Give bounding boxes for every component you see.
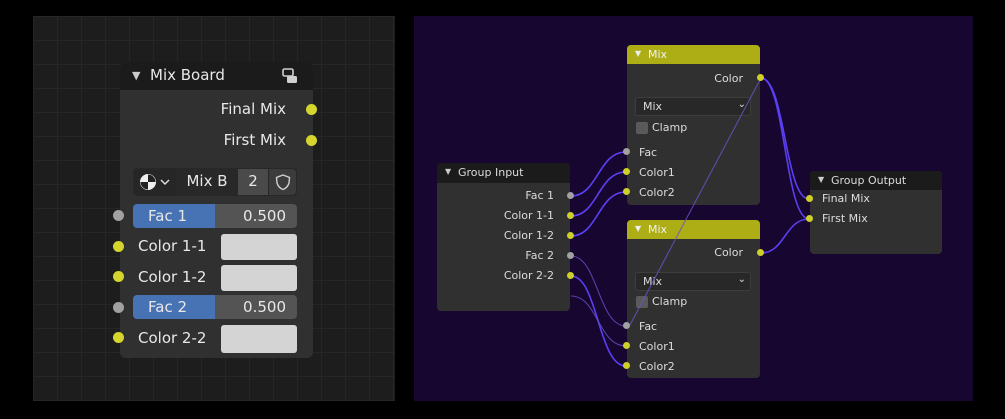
input-socket-first-mix[interactable] [806, 215, 813, 222]
node-links [570, 77, 810, 367]
input-socket-color1[interactable] [623, 168, 630, 175]
input-socket-color1[interactable] [623, 342, 630, 349]
output-socket-color[interactable] [757, 74, 764, 81]
input-socket-color2[interactable] [623, 362, 630, 369]
link[interactable] [760, 77, 810, 200]
input-socket-fac[interactable] [623, 322, 630, 329]
input-socket-color2[interactable] [623, 188, 630, 195]
output-socket-color-1-2[interactable] [567, 232, 574, 239]
output-socket-color-1-1[interactable] [567, 212, 574, 219]
link[interactable] [760, 218, 810, 254]
link[interactable] [570, 255, 627, 327]
output-socket-fac-1[interactable] [567, 192, 574, 199]
output-socket-fac-2[interactable] [567, 252, 574, 259]
output-socket-color-2-2[interactable] [567, 272, 574, 279]
output-socket-color[interactable] [757, 249, 764, 256]
link[interactable] [760, 77, 810, 220]
link[interactable] [570, 295, 627, 347]
input-socket-fac[interactable] [623, 148, 630, 155]
input-socket-final-mix[interactable] [806, 195, 813, 202]
link[interactable] [629, 77, 762, 326]
